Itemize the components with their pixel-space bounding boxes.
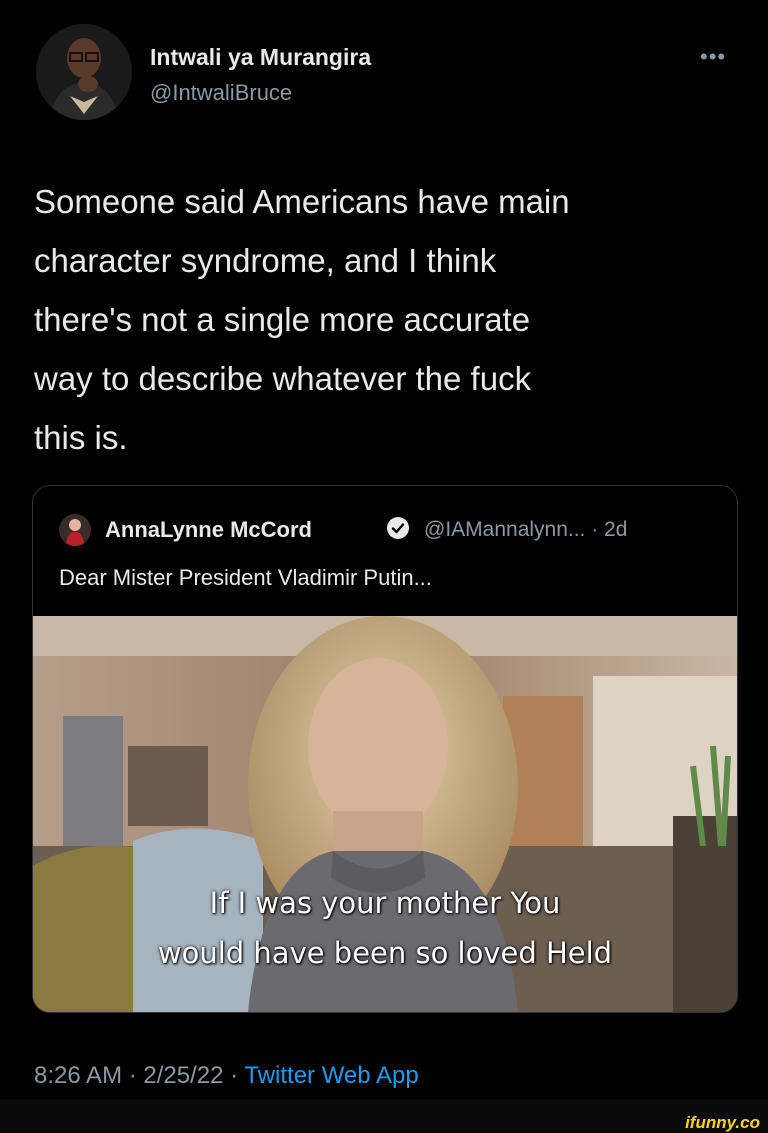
- tweet-line: there's not a single more accurate: [34, 301, 531, 338]
- tweet-meta: 8:26 AM · 2/25/22 · Twitter Web App: [34, 1062, 419, 1090]
- tweet-line: character syndrome, and I think: [34, 242, 497, 279]
- tweet-line: this is.: [34, 419, 128, 456]
- tweet-text: Someone said Americans have main charact…: [34, 172, 734, 467]
- source-app-link[interactable]: Twitter Web App: [244, 1062, 418, 1089]
- author-name[interactable]: Intwali ya Murangira: [150, 44, 371, 71]
- verified-badge-icon: [386, 516, 410, 540]
- quoted-handle-time[interactable]: @IAMannalynn... · 2d: [424, 518, 627, 542]
- watermark-bar: [0, 1099, 768, 1133]
- author-handle[interactable]: @IntwaliBruce: [150, 80, 292, 106]
- quoted-author-name[interactable]: AnnaLynne McCord: [105, 517, 312, 543]
- author-avatar[interactable]: [36, 24, 132, 120]
- quoted-tweet-text: Dear Mister President Vladimir Putin...: [59, 565, 432, 590]
- tweet-line: way to describe whatever the fuck: [34, 360, 532, 397]
- tweet-timestamp[interactable]: 8:26 AM · 2/25/22 ·: [34, 1062, 244, 1089]
- quoted-tweet-card[interactable]: AnnaLynne McCord @IAMannalynn... · 2d De…: [32, 485, 738, 1013]
- quoted-author-avatar[interactable]: [59, 514, 91, 546]
- quoted-video-still[interactable]: If I was your mother You would have been…: [33, 616, 737, 1012]
- more-dots-icon[interactable]: •••: [700, 44, 726, 70]
- ifunny-watermark: ifunny.co: [685, 1113, 760, 1132]
- video-caption-line: If I was your mother You: [209, 886, 561, 920]
- video-caption-line: would have been so loved Held: [157, 936, 613, 970]
- tweet-line: Someone said Americans have main: [34, 183, 570, 220]
